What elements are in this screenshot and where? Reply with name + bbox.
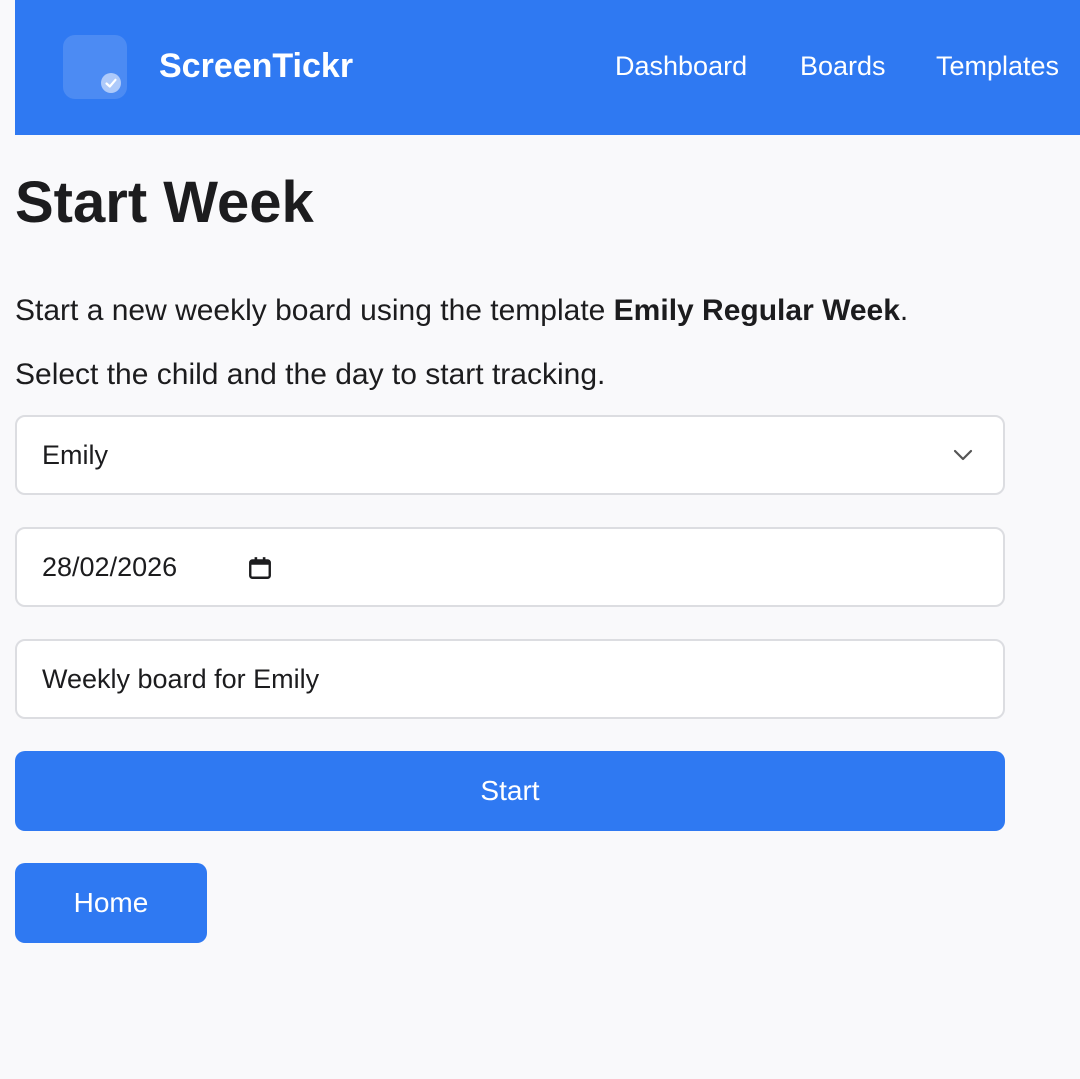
nav-templates-link[interactable]: Templates (936, 48, 1059, 84)
date-input-value: 28/02/2026 (42, 551, 178, 582)
brand-name[interactable]: ScreenTickr (159, 44, 353, 88)
start-button[interactable]: Start (15, 751, 1005, 831)
page-title: Start Week (15, 170, 314, 235)
instruction-text: Select the child and the day to start tr… (15, 358, 606, 391)
top-navbar: ScreenTickr Dashboard Boards Templates (15, 0, 1080, 135)
check-icon (101, 73, 121, 93)
child-select-value: Emily (42, 439, 108, 470)
nav-boards-link[interactable]: Boards (800, 48, 886, 84)
chevron-down-icon (953, 449, 973, 461)
template-name: Emily Regular Week (613, 294, 900, 327)
board-name-input[interactable]: Weekly board for Emily (15, 639, 1005, 719)
nav-dashboard-link[interactable]: Dashboard (615, 48, 747, 84)
child-select[interactable]: Emily (15, 415, 1005, 495)
date-input[interactable]: 28/02/2026 (15, 527, 1005, 607)
intro-text: Start a new weekly board using the templ… (15, 292, 908, 330)
intro-suffix: . (899, 294, 909, 327)
board-name-value: Weekly board for Emily (42, 663, 320, 694)
calendar-icon[interactable] (247, 555, 273, 581)
intro-prefix: Start a new weekly board using the templ… (15, 294, 614, 327)
home-button[interactable]: Home (15, 863, 207, 943)
app-logo[interactable] (63, 35, 127, 99)
